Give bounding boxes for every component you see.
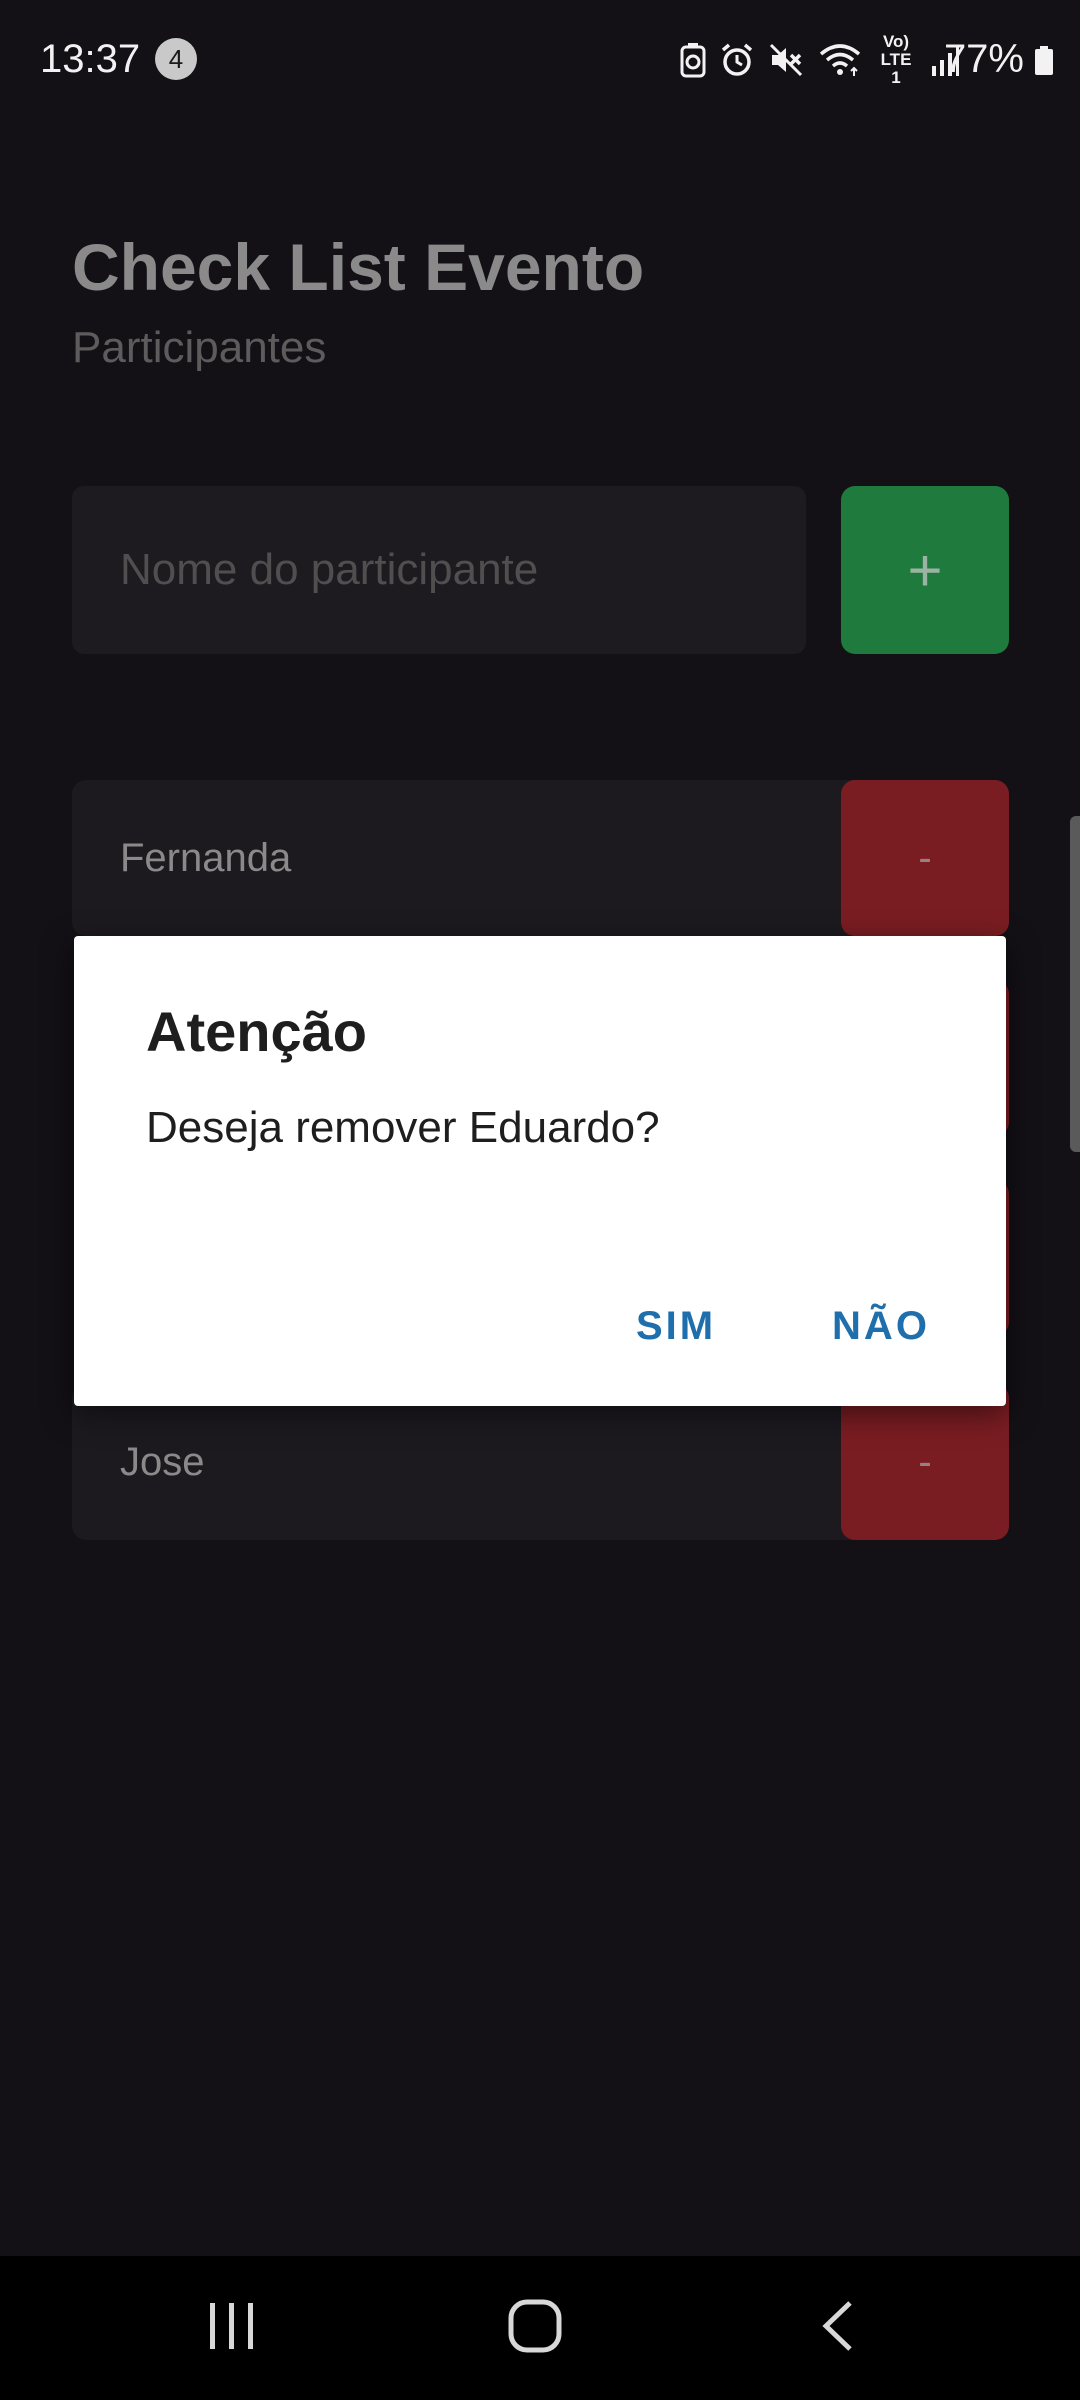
- recents-icon: [206, 2301, 258, 2356]
- home-button[interactable]: [475, 2278, 595, 2378]
- confirm-remove-dialog: Atenção Deseja remover Eduardo? SIM NÃO: [74, 936, 1006, 1406]
- screen: 13:37 4 Vo) LTE1 77% Check List Evento P…: [0, 0, 1080, 2400]
- back-icon: [818, 2299, 858, 2358]
- dialog-message: Deseja remover Eduardo?: [146, 1103, 660, 1152]
- cancel-button[interactable]: NÃO: [806, 1286, 956, 1366]
- recents-button[interactable]: [172, 2278, 292, 2378]
- back-button[interactable]: [778, 2278, 898, 2378]
- navigation-bar: [0, 2256, 1080, 2400]
- confirm-button[interactable]: SIM: [614, 1286, 738, 1366]
- dialog-title: Atenção: [146, 1000, 367, 1063]
- home-icon: [507, 2298, 563, 2359]
